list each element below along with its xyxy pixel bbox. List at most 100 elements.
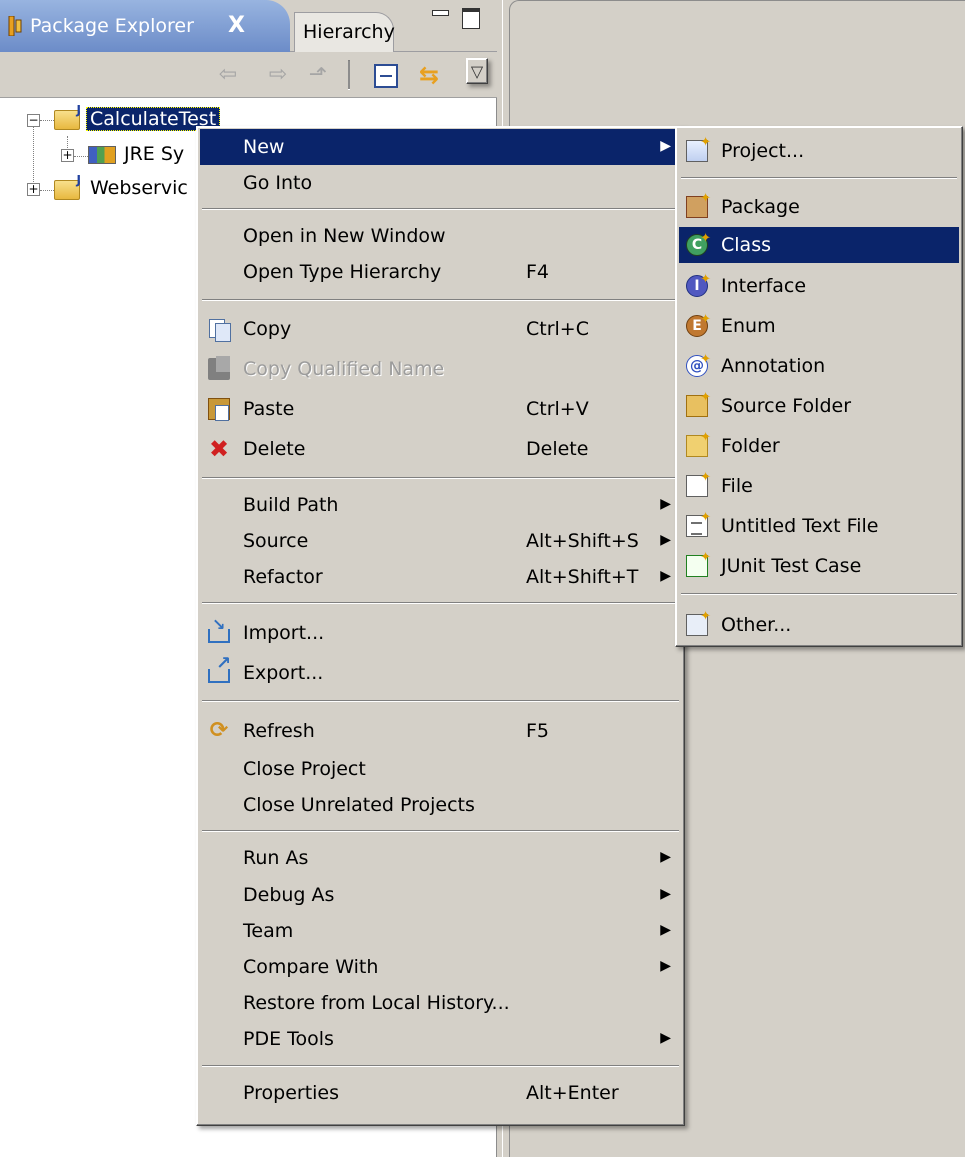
- menu-item-label: Copy: [243, 318, 292, 340]
- menu-item-close-project[interactable]: Close Project: [200, 751, 681, 787]
- library-icon: [88, 146, 116, 164]
- menu-item-label: Compare With: [243, 956, 379, 978]
- submenu-item-junit-test-case[interactable]: JUnit Test Case: [679, 548, 959, 584]
- menu-item-debug-as[interactable]: Debug As ▶: [200, 877, 681, 913]
- view-tab-bar: Package Explorer X Hierarchy: [0, 0, 497, 52]
- submenu-item-class[interactable]: C Class: [679, 227, 959, 263]
- menu-item-label: Export...: [243, 662, 324, 684]
- menu-item-compare-with[interactable]: Compare With ▶: [200, 949, 681, 985]
- minimize-view-button[interactable]: [430, 4, 452, 26]
- copy-qualified-name-icon: [208, 356, 230, 380]
- submenu-item-folder[interactable]: Folder: [679, 428, 959, 464]
- other-icon: [686, 609, 711, 636]
- menu-item-team[interactable]: Team ▶: [200, 913, 681, 949]
- back-arrow-icon[interactable]: ⇦: [214, 62, 242, 88]
- menu-item-label: Properties: [243, 1082, 340, 1104]
- menu-item-run-as[interactable]: Run As ▶: [200, 840, 681, 876]
- forward-arrow-icon[interactable]: ⇨: [264, 62, 292, 88]
- package-explorer-icon: [8, 16, 22, 36]
- menu-item-label: Open Type Hierarchy: [243, 261, 442, 283]
- menu-item-copy-qualified-name: Copy Qualified Name: [200, 351, 681, 387]
- menu-item-label: Delete: [243, 438, 306, 460]
- menu-item-open-in-new-window[interactable]: Open in New Window: [200, 218, 681, 254]
- menu-item-import[interactable]: Import...: [200, 615, 681, 651]
- menu-item-label: Close Unrelated Projects: [243, 794, 475, 816]
- maximize-view-button[interactable]: [460, 4, 482, 29]
- up-level-icon[interactable]: ⬏: [304, 62, 332, 88]
- menu-item-source[interactable]: Source Alt+Shift+S ▶: [200, 523, 681, 559]
- tab-hierarchy[interactable]: Hierarchy: [294, 12, 395, 52]
- submenu-arrow-icon: ▶: [660, 138, 671, 154]
- menu-item-pde-tools[interactable]: PDE Tools ▶: [200, 1021, 681, 1057]
- class-icon: C: [686, 229, 711, 256]
- menu-item-accelerator: Ctrl+C: [526, 318, 589, 340]
- submenu-item-other[interactable]: Other...: [679, 607, 959, 643]
- menu-separator: [202, 1065, 679, 1067]
- folder-icon: [686, 430, 711, 457]
- enum-icon: E: [686, 310, 711, 337]
- collapse-node-icon[interactable]: −: [27, 114, 40, 127]
- submenu-item-label: Annotation: [721, 355, 826, 377]
- submenu-arrow-icon: ▶: [660, 532, 671, 548]
- submenu-item-project[interactable]: Project...: [679, 133, 959, 169]
- menu-item-refactor[interactable]: Refactor Alt+Shift+T ▶: [200, 559, 681, 595]
- menu-item-export[interactable]: Export...: [200, 653, 681, 691]
- menu-item-accelerator: Alt+Shift+S: [526, 530, 639, 552]
- tab-package-explorer[interactable]: Package Explorer X: [0, 0, 290, 52]
- submenu-item-label: Project...: [721, 140, 805, 162]
- menu-item-label: Copy Qualified Name: [243, 358, 445, 380]
- junit-test-case-icon: [686, 550, 711, 577]
- menu-separator: [202, 477, 679, 479]
- collapse-all-icon[interactable]: [374, 64, 398, 88]
- menu-item-refresh[interactable]: ⟳ Refresh F5: [200, 713, 681, 749]
- submenu-item-file[interactable]: File: [679, 468, 959, 504]
- menu-separator: [202, 700, 679, 702]
- submenu-item-annotation[interactable]: @ Annotation: [679, 348, 959, 384]
- menu-item-open-type-hierarchy[interactable]: Open Type Hierarchy F4: [200, 254, 681, 290]
- file-icon: [686, 470, 711, 497]
- copy-icon: [208, 318, 231, 342]
- menu-item-delete[interactable]: ✖ Delete Delete: [200, 431, 681, 467]
- submenu-item-label: File: [721, 475, 753, 497]
- context-menu: New ▶ Go Into Open in New Window Open Ty…: [196, 126, 685, 1126]
- menu-item-properties[interactable]: Properties Alt+Enter: [200, 1075, 681, 1111]
- menu-item-label: Build Path: [243, 494, 339, 516]
- menu-item-copy[interactable]: Copy Ctrl+C: [200, 311, 681, 347]
- menu-item-label: Source: [243, 530, 309, 552]
- close-tab-icon[interactable]: X: [228, 13, 245, 38]
- menu-item-paste[interactable]: Paste Ctrl+V: [200, 391, 681, 427]
- package-icon: [686, 191, 711, 218]
- menu-item-new[interactable]: New ▶: [200, 129, 681, 165]
- link-with-editor-icon[interactable]: ⇆: [414, 62, 444, 88]
- menu-item-accelerator: Ctrl+V: [526, 398, 589, 420]
- submenu-item-untitled-text-file[interactable]: Untitled Text File: [679, 508, 959, 544]
- menu-item-restore-from-local-history[interactable]: Restore from Local History...: [200, 985, 681, 1021]
- menu-item-build-path[interactable]: Build Path ▶: [200, 487, 681, 523]
- menu-separator: [202, 208, 679, 210]
- submenu-item-label: Folder: [721, 435, 780, 457]
- menu-item-go-into[interactable]: Go Into: [200, 165, 681, 201]
- refresh-icon: ⟳: [209, 718, 229, 743]
- submenu-item-enum[interactable]: E Enum: [679, 308, 959, 344]
- submenu-item-interface[interactable]: I Interface: [679, 268, 959, 304]
- menu-separator: [681, 177, 957, 179]
- menu-item-close-unrelated-projects[interactable]: Close Unrelated Projects: [200, 787, 681, 823]
- submenu-arrow-icon: ▶: [660, 849, 671, 865]
- submenu-item-label: Untitled Text File: [721, 515, 879, 537]
- menu-item-accelerator: Alt+Shift+T: [526, 566, 639, 588]
- text-file-icon: [686, 510, 711, 537]
- menu-separator: [202, 299, 679, 301]
- submenu-arrow-icon: ▶: [660, 958, 671, 974]
- expand-node-icon[interactable]: +: [27, 183, 40, 196]
- menu-item-label: New: [243, 136, 285, 158]
- tab-package-explorer-label: Package Explorer: [30, 15, 194, 37]
- menu-item-accelerator: F4: [526, 261, 550, 283]
- menu-item-accelerator: Delete: [526, 438, 589, 460]
- submenu-item-package[interactable]: Package: [679, 189, 959, 225]
- menu-item-label: Import...: [243, 622, 325, 644]
- view-menu-icon[interactable]: ▽: [466, 58, 488, 84]
- tab-hierarchy-label: Hierarchy: [303, 21, 395, 43]
- expand-node-icon[interactable]: +: [61, 149, 74, 162]
- submenu-item-source-folder[interactable]: Source Folder: [679, 388, 959, 424]
- paste-icon: [208, 398, 230, 421]
